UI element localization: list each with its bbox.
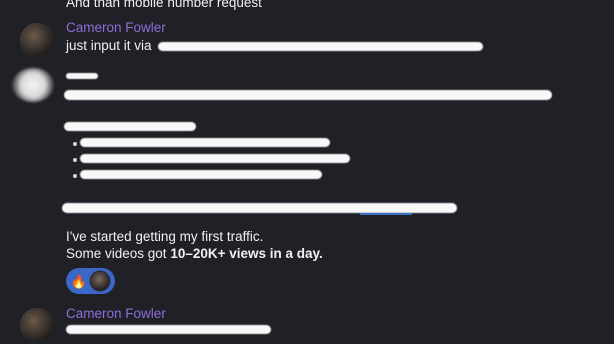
list-bullet — [73, 158, 77, 162]
redaction-mark — [66, 325, 271, 334]
message-text: Some videos got 10–20K+ views in a day. — [66, 246, 323, 261]
redaction-mark — [80, 154, 350, 163]
avatar[interactable] — [20, 23, 54, 57]
message-text: just input it via — [66, 38, 152, 53]
message-text-prefix: Some videos got — [66, 246, 171, 261]
message-text: And than mobile number request — [66, 0, 262, 10]
redaction-mark — [80, 170, 322, 179]
list-bullet — [73, 174, 77, 178]
redaction-mark — [66, 73, 98, 79]
reaction-pill[interactable]: 🔥 — [66, 268, 115, 294]
list-bullet — [73, 142, 77, 146]
author-name[interactable]: Cameron Fowler — [66, 306, 166, 321]
redaction-mark — [80, 138, 330, 147]
redaction-mark — [62, 203, 457, 213]
redaction-mark — [64, 90, 552, 100]
link-underline — [360, 213, 412, 215]
reactor-avatar-icon[interactable] — [91, 272, 109, 290]
message-text-bold: 10–20K+ views in a day. — [170, 246, 323, 261]
avatar[interactable] — [20, 308, 54, 342]
fire-emoji-icon: 🔥 — [70, 273, 88, 289]
author-name[interactable]: Cameron Fowler — [66, 20, 166, 35]
message-text: I've started getting my first traffic. — [66, 229, 264, 244]
redaction-mark — [158, 42, 483, 51]
redaction-mark — [64, 122, 196, 131]
avatar — [12, 68, 54, 102]
